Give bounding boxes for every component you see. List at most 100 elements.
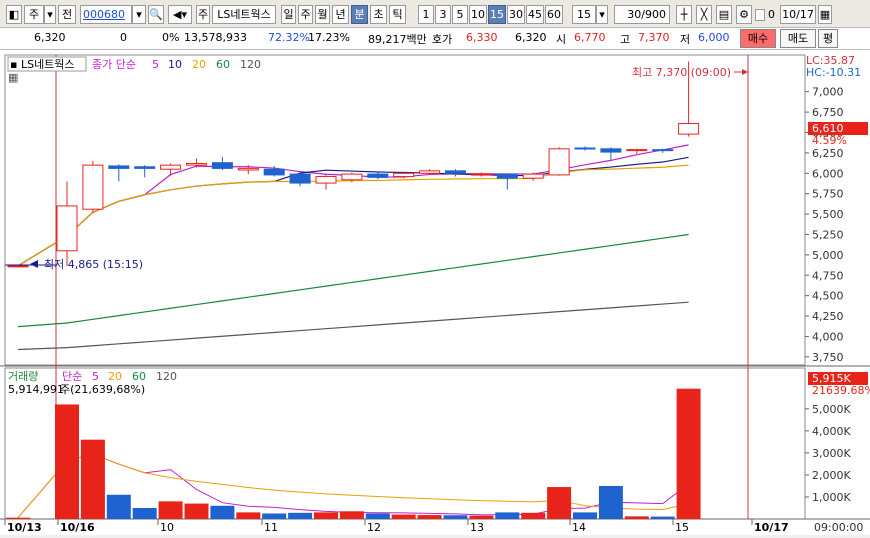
candle-body [652, 149, 674, 152]
candle-body [393, 172, 415, 178]
candle-type-icon[interactable]: ┼ [676, 5, 692, 24]
volume-legend-ma: 5 [92, 370, 99, 383]
code-dropdown-icon[interactable]: ▾ [132, 5, 146, 24]
market-mode-select[interactable]: 주 [24, 5, 44, 24]
volume-legend-ma: 20 [108, 370, 122, 383]
volume-bar [55, 404, 79, 519]
price-axis-label: 5,750 [812, 188, 844, 201]
minute-button-5[interactable]: 5 [452, 5, 468, 24]
volume-axis-label: 1,000K [812, 491, 851, 504]
volume-axis-label: 4,000K [812, 425, 851, 438]
volume-bar [6, 517, 30, 519]
candle-body [548, 148, 570, 176]
minute-button-45[interactable]: 45 [526, 5, 544, 24]
stock-type-badge[interactable]: 주 [196, 5, 210, 24]
chart-window-icon[interactable]: ◧ [6, 5, 22, 24]
high-arrow-head [742, 69, 748, 75]
chart-area[interactable]: 7,0006,7506,5006,2506,0005,7505,5005,250… [0, 50, 870, 535]
interval-chevron-icon[interactable]: ▾ [596, 5, 608, 24]
price-axis-label: 4,750 [812, 269, 844, 282]
date-axis-label: 13 [470, 521, 484, 534]
ma5-line [17, 144, 689, 267]
price-axis-label: 5,000 [812, 249, 844, 262]
volume-bar [365, 513, 390, 519]
date-axis-label: 10/17 [754, 521, 789, 534]
low-price: 6,000 [698, 31, 730, 44]
price-axis-label: 5,500 [812, 208, 844, 221]
price-axis-label: 4,250 [812, 310, 844, 323]
period-button-6[interactable]: 틱 [389, 5, 406, 24]
checkbox-label: 0 [768, 8, 775, 21]
candle-body [237, 167, 259, 171]
settings-gear-icon[interactable]: ⚙ [736, 5, 752, 24]
stock-name: LS네트웍스 [212, 5, 276, 24]
open-label: 시 [556, 33, 567, 46]
candle-body [289, 173, 311, 184]
volume-bar [676, 388, 701, 519]
candle-body [522, 173, 544, 179]
volume-bar [106, 494, 131, 519]
low-arrow-head [30, 260, 38, 268]
data-count-field[interactable]: 30/900 [614, 5, 670, 24]
candle-body [82, 164, 104, 210]
minute-button-30[interactable]: 30 [507, 5, 525, 24]
grid-toggle-icon: ▦ [8, 71, 18, 84]
chevron-down-icon[interactable]: ▾ [44, 5, 56, 24]
sell-button[interactable]: 매도 [780, 29, 816, 48]
date-input[interactable]: 10/17 [780, 5, 816, 24]
minute-button-3[interactable]: 3 [435, 5, 451, 24]
period-button-2[interactable]: 월 [315, 5, 330, 24]
price-axis-label: 6,250 [812, 147, 844, 160]
volume-bar [391, 514, 416, 519]
volume-note: 주(21,639,68%) [60, 383, 145, 396]
candle-body [678, 123, 700, 135]
period-button-5[interactable]: 초 [370, 5, 387, 24]
prefix-button[interactable]: 전 [58, 5, 76, 24]
period-button-0[interactable]: 일 [281, 5, 296, 24]
interval-select[interactable]: 15 [572, 5, 596, 24]
quote-bar: 6,320 0 0% 13,578,933 72.32% 17.23% 89,2… [0, 28, 870, 50]
toolbar: ◧ 주 ▾ 전 000680 ▾ 🔍 ◀▾ 주 LS네트웍스 일주월년분초틱 1… [0, 0, 870, 28]
stock-code-input[interactable]: 000680 [80, 5, 132, 24]
candlestick-chart[interactable]: 7,0006,7506,5006,2506,0005,7505,5005,250… [0, 50, 870, 535]
low-label: 저 [680, 33, 691, 46]
hc-label: HC:-10.31 [806, 66, 861, 79]
volume-bar [158, 501, 183, 519]
time-axis-label: 09:00:00 [814, 521, 863, 534]
candle-body [600, 148, 622, 153]
volume-bar [262, 513, 287, 519]
date-checkbox[interactable] [755, 9, 765, 21]
minute-button-60[interactable]: 60 [545, 5, 563, 24]
speaker-icon[interactable]: ◀▾ [168, 5, 192, 24]
calendar-icon[interactable]: ▦ [818, 5, 832, 24]
date-axis-label: 14 [572, 521, 586, 534]
price-legend-ma: 120 [240, 58, 261, 71]
period-button-1[interactable]: 주 [298, 5, 313, 24]
price-change: 0 [120, 31, 127, 44]
search-icon[interactable]: 🔍 [148, 5, 164, 24]
period-button-4[interactable]: 분 [351, 5, 368, 24]
eval-button[interactable]: 평 [818, 29, 838, 48]
candle-body [211, 162, 233, 169]
save-icon[interactable]: ▤ [716, 5, 732, 24]
high-annotation: 최고 7,370 (09:00) [632, 66, 731, 79]
ma60-line [17, 233, 689, 328]
percent-tag: 4.59% [812, 134, 847, 147]
minute-button-10[interactable]: 10 [469, 5, 487, 24]
date-axis-label: 10/16 [60, 521, 95, 534]
price-legend-name: ▪ LS네트웍스 [10, 58, 75, 71]
minute-button-15[interactable]: 15 [488, 5, 506, 24]
price-axis-label: 6,750 [812, 106, 844, 119]
drawing-tool-icon[interactable]: ╳ [696, 5, 712, 24]
minute-button-1[interactable]: 1 [418, 5, 434, 24]
buy-button[interactable]: 매수 [740, 29, 776, 48]
period-button-3[interactable]: 년 [332, 5, 349, 24]
volume-bar [495, 512, 520, 519]
price-pane-frame [4, 54, 806, 366]
candle-body [315, 176, 337, 184]
trade-volume: 13,578,933 [184, 31, 247, 44]
candle-body [7, 265, 29, 268]
volume-axis-label: 3,000K [812, 447, 851, 460]
volume-value: 5,914,991 [8, 383, 64, 396]
candle-body [341, 173, 363, 181]
